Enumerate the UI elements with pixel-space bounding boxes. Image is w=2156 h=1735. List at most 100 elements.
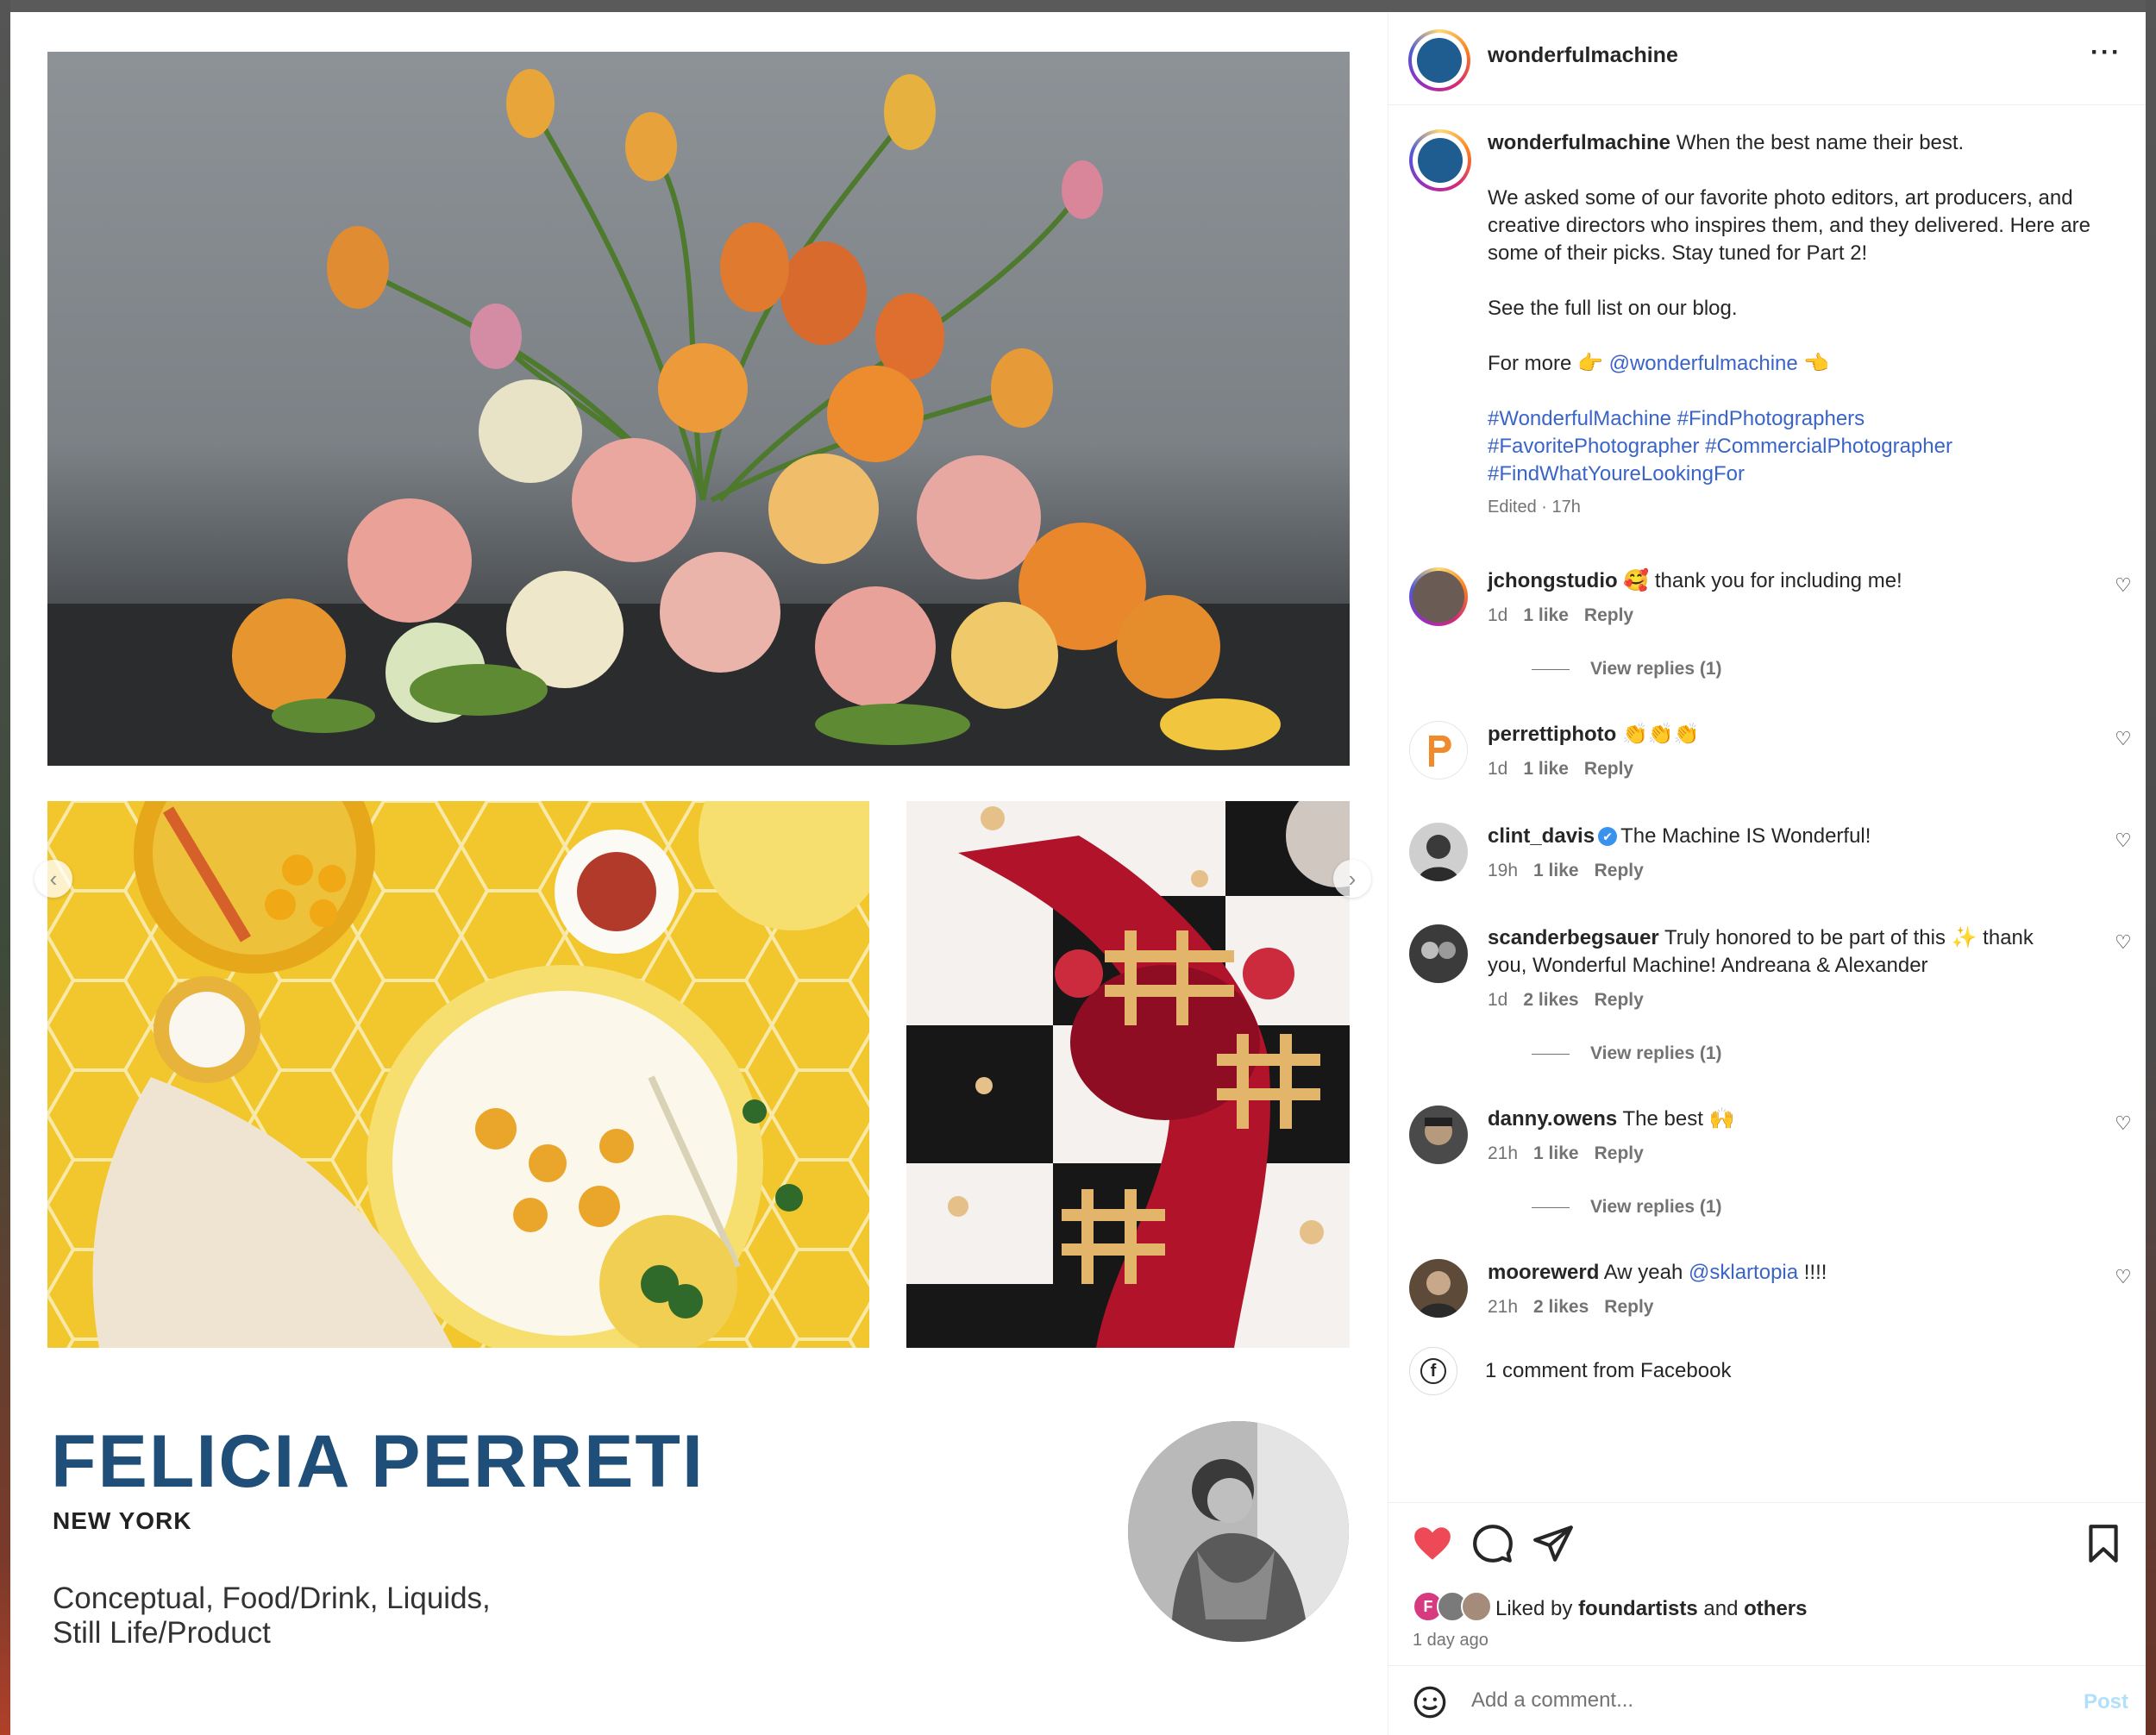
liked-by-connector: and (1703, 1597, 1739, 1620)
comment-username[interactable]: jchongstudio (1488, 569, 1618, 592)
emoji-picker-button[interactable] (1413, 1685, 1447, 1719)
liked-by-others-link[interactable]: others (1744, 1597, 1807, 1620)
hashtags-line-1[interactable]: #WonderfulMachine #FindPhotographers (1488, 405, 2126, 433)
post-time-ago[interactable]: 1 day ago (1413, 1631, 1489, 1650)
comment-body: moorewerd Aw yeah @sklartopia !!!! (1488, 1259, 2074, 1287)
more-horizontal-icon: ··· (2090, 38, 2122, 66)
comment-likes[interactable]: 1 like (1533, 1143, 1579, 1163)
heart-outline-icon[interactable]: ♡ (2115, 830, 2132, 852)
comment-avatar[interactable] (1409, 924, 1468, 983)
still-life-photo-flowers-citrus (47, 52, 1350, 766)
comment-likes[interactable]: 1 like (1523, 759, 1569, 779)
liker-avatar[interactable] (1461, 1591, 1492, 1622)
heart-outline-icon[interactable]: ♡ (2115, 728, 2132, 750)
comment-avatar[interactable] (1409, 567, 1468, 626)
post-modal: ‹ › FELICIA PERRETI NEW YORK Conceptual,… (10, 12, 2146, 1735)
verified-badge-icon: ✔ (1598, 827, 1618, 846)
chevron-left-icon: ‹ (49, 865, 58, 892)
comment-meta: 21h 2 likes Reply (1488, 1297, 1669, 1318)
comment-username[interactable]: danny.owens (1488, 1107, 1617, 1131)
comment-reply-button[interactable]: Reply (1584, 605, 1633, 625)
comment-reply-button[interactable]: Reply (1604, 1297, 1653, 1317)
caption-mention-link[interactable]: @wonderfulmachine (1609, 352, 1798, 375)
view-replies-label: View replies (1) (1590, 1043, 1722, 1063)
comments-thread[interactable]: wonderfulmachine When the best name thei… (1388, 105, 2146, 1502)
pointing-left-emoji: 👈 (1803, 352, 1830, 375)
caption-meta: Edited · 17h (1488, 498, 1581, 517)
carousel-next-button[interactable]: › (1333, 860, 1371, 898)
comment-button[interactable] (1471, 1522, 1514, 1565)
comment-likes[interactable]: 1 like (1523, 605, 1569, 625)
heart-outline-icon[interactable]: ♡ (2115, 574, 2132, 597)
comment-text: 🥰 thank you for including me! (1623, 569, 1902, 592)
comment-username[interactable]: scanderbegsauer (1488, 926, 1659, 949)
comment-username[interactable]: clint_davis (1488, 824, 1595, 848)
heart-outline-icon[interactable]: ♡ (2115, 1112, 2132, 1135)
view-replies-button[interactable]: View replies (1) (1532, 1197, 1722, 1218)
facebook-comments-label: 1 comment from Facebook (1485, 1359, 1732, 1382)
heart-outline-icon[interactable]: ♡ (2115, 1266, 2132, 1288)
comment-meta: 19h 1 like Reply (1488, 861, 1659, 881)
screen-backdrop-top (0, 0, 2156, 12)
liked-by-text: Liked by foundartists and others (1495, 1597, 1807, 1621)
comment-body: perrettiphoto 👏👏👏 (1488, 721, 2074, 748)
caption-line-1: When the best name their best. (1676, 131, 1965, 154)
hashtags-line-3[interactable]: #FindWhatYoureLookingFor (1488, 460, 2126, 488)
comment-meta: 1d 2 likes Reply (1488, 990, 1659, 1011)
heart-outline-icon[interactable]: ♡ (2115, 931, 2132, 954)
comment-text: The Machine IS Wonderful! (1620, 824, 1871, 848)
comment-time: 21h (1488, 1143, 1519, 1163)
comment-reply-button[interactable]: Reply (1584, 759, 1633, 779)
pointing-right-emoji: 👉 (1577, 352, 1603, 375)
comment-meta: 21h 1 like Reply (1488, 1143, 1659, 1164)
view-replies-button[interactable]: View replies (1) (1532, 659, 1722, 680)
caption-text: wonderfulmachine When the best name thei… (1488, 129, 2126, 521)
comment-avatar[interactable] (1409, 1106, 1468, 1164)
caption-username[interactable]: wonderfulmachine (1488, 131, 1670, 154)
wonderfulmachine-logo-icon (1417, 137, 1463, 184)
comment-username[interactable]: moorewerd (1488, 1261, 1599, 1284)
share-button[interactable] (1532, 1522, 1575, 1565)
account-avatar[interactable] (1408, 29, 1470, 91)
comment-likes[interactable]: 2 likes (1523, 990, 1578, 1010)
comment-username[interactable]: perrettiphoto (1488, 723, 1616, 746)
comment-time: 1d (1488, 759, 1508, 779)
like-button[interactable] (1411, 1522, 1454, 1565)
bookmark-icon (2089, 1525, 2118, 1563)
more-options-button[interactable]: ··· (2090, 38, 2122, 67)
comment-reply-button[interactable]: Reply (1595, 1143, 1644, 1163)
caption-paragraph-3: See the full list on our blog. (1488, 297, 1738, 320)
hashtags-line-2[interactable]: #FavoritePhotographer #CommercialPhotogr… (1488, 433, 2126, 460)
post-actions: F Liked by foundartists and others 1 day… (1388, 1502, 2146, 1666)
comment-likes[interactable]: 1 like (1533, 861, 1579, 880)
comment-likes[interactable]: 2 likes (1533, 1297, 1589, 1317)
view-replies-label: View replies (1) (1590, 1197, 1722, 1217)
post-info-panel: wonderfulmachine ··· wonderfulmachine Wh… (1388, 12, 2146, 1735)
comment-text: The best 🙌 (1622, 1107, 1735, 1131)
comment-avatar[interactable] (1409, 1259, 1468, 1318)
screen-backdrop-left (0, 0, 10, 1735)
comment-input[interactable] (1471, 1682, 2032, 1719)
comment-time: 19h (1488, 861, 1519, 880)
comment-time: 1d (1488, 990, 1508, 1010)
view-replies-button[interactable]: View replies (1) (1532, 1043, 1722, 1064)
facebook-icon: f (1409, 1347, 1457, 1395)
comment-meta: 1d 1 like Reply (1488, 759, 1649, 780)
comment-avatar[interactable] (1409, 721, 1468, 780)
comment-reply-button[interactable]: Reply (1595, 861, 1644, 880)
liked-by-user-link[interactable]: foundartists (1578, 1597, 1698, 1620)
account-username[interactable]: wonderfulmachine (1488, 43, 1678, 68)
post-comment-button[interactable]: Post (2084, 1690, 2128, 1714)
comment-reply-button[interactable]: Reply (1595, 990, 1644, 1010)
comment-avatar[interactable] (1409, 823, 1468, 881)
caption-avatar[interactable] (1409, 129, 1471, 191)
wonderfulmachine-logo-icon (1416, 37, 1463, 84)
heart-icon (1414, 1527, 1451, 1560)
comment-meta: 1d 1 like Reply (1488, 605, 1649, 626)
save-button[interactable] (2082, 1522, 2125, 1565)
comment-mention-link[interactable]: @sklartopia (1689, 1261, 1798, 1284)
comment-time: 1d (1488, 605, 1508, 625)
carousel-prev-button[interactable]: ‹ (34, 860, 72, 898)
comment-body: scanderbegsauer Truly honored to be part… (1488, 924, 2074, 980)
comment-text: 👏👏👏 (1622, 723, 1700, 746)
